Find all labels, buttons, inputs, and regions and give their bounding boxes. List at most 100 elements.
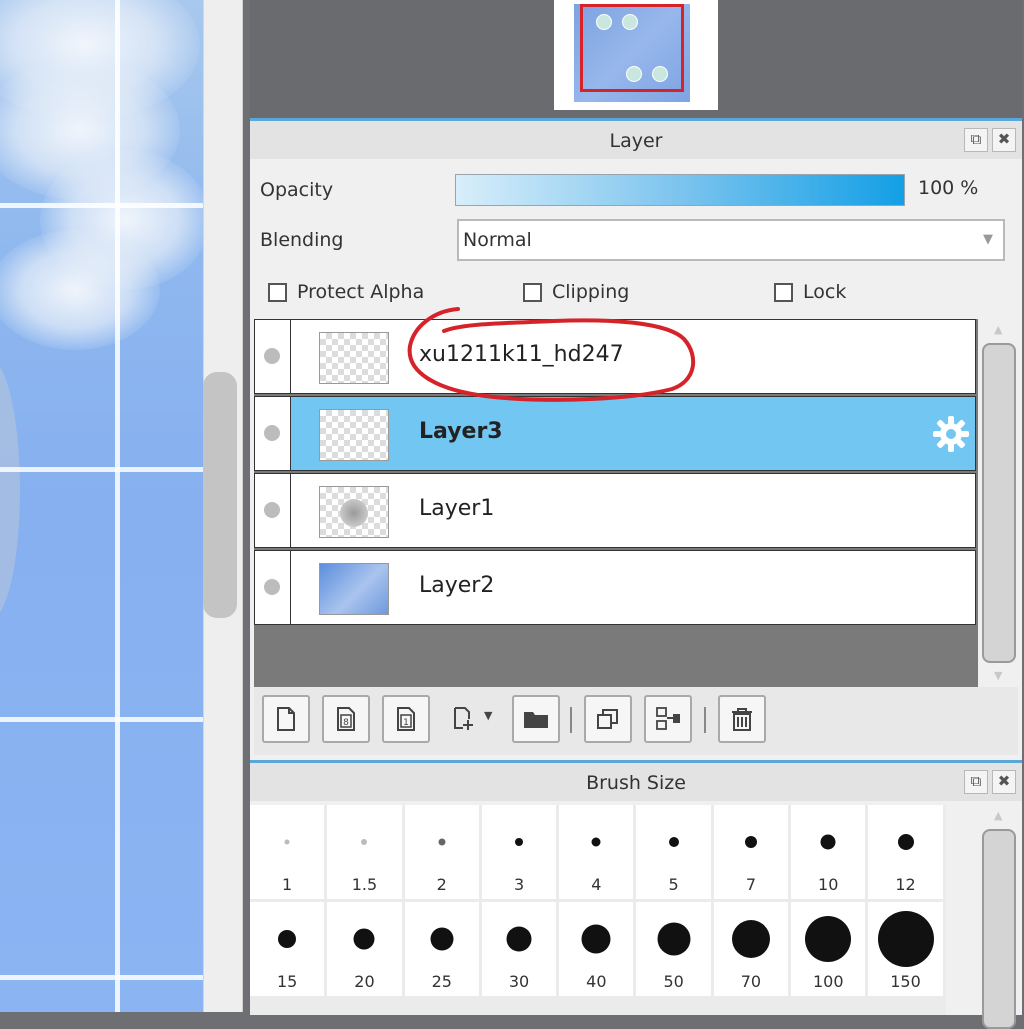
brush-size-option[interactable]: 3 xyxy=(481,805,560,902)
grid-line xyxy=(0,203,203,208)
brush-size-dot xyxy=(877,911,934,967)
brush-size-label: 1 xyxy=(282,875,293,894)
panel-title: Brush Size xyxy=(586,772,686,794)
brush-size-grid: 1 1.5 2 3 4 5 7 10 12 15 20 25 30 40 50 70 100 150 xyxy=(250,805,946,1015)
toolbar-separator xyxy=(570,707,572,733)
layer-thumbnail xyxy=(319,409,389,461)
brush-size-option[interactable]: 25 xyxy=(404,902,482,999)
brush-size-option[interactable]: 10 xyxy=(791,805,869,902)
brush-size-option[interactable]: 4 xyxy=(559,805,637,902)
layer-visibility-toggle[interactable] xyxy=(255,474,291,547)
brush-size-option[interactable]: 70 xyxy=(713,902,792,999)
lock-checkbox[interactable]: Lock xyxy=(774,281,846,303)
opacity-slider-fill xyxy=(456,175,904,205)
brush-size-label: 5 xyxy=(668,875,679,894)
brush-size-label: 30 xyxy=(508,972,530,991)
brush-size-option[interactable]: 1.5 xyxy=(327,805,405,902)
brush-size-dot xyxy=(668,837,679,847)
canvas-shape xyxy=(0,360,20,620)
merge-down-icon xyxy=(656,707,680,730)
brush-size-option[interactable]: 150 xyxy=(868,902,946,999)
brush-size-option[interactable]: 100 xyxy=(791,902,869,999)
brush-size-label: 25 xyxy=(431,972,452,991)
brush-size-label: 4 xyxy=(591,875,602,894)
brush-size-option[interactable]: 15 xyxy=(250,902,328,999)
new-1bit-layer-button[interactable]: 1 xyxy=(382,695,430,743)
checkbox-box[interactable] xyxy=(268,282,287,302)
layer-list: xu1211k11_hd247 Layer3 Layer1 Layer2 xyxy=(254,319,978,687)
chevron-down-icon: ▼ xyxy=(983,232,993,247)
layer-thumbnail xyxy=(319,563,389,615)
brush-size-dot xyxy=(591,837,601,847)
toolbar-separator xyxy=(704,707,706,733)
brush-size-option[interactable]: 30 xyxy=(481,902,560,999)
checkbox-box[interactable] xyxy=(774,282,793,302)
add-layer-menu-icon xyxy=(454,707,473,730)
clipping-checkbox[interactable]: Clipping xyxy=(523,281,629,303)
brush-size-dot xyxy=(361,839,368,845)
brush-size-option[interactable]: 5 xyxy=(636,805,714,902)
brush-size-dot xyxy=(820,834,836,850)
duplicate-layer-button[interactable] xyxy=(584,695,632,743)
new-folder-button[interactable] xyxy=(512,695,560,743)
checkbox-box[interactable] xyxy=(523,282,542,302)
brush-size-panel: Brush Size ⧉ ✖ 1 1.5 2 3 4 5 7 10 12 15 20 25 30 40 50… xyxy=(250,760,1022,1029)
brush-size-option[interactable]: 20 xyxy=(327,902,405,999)
new-8bit-layer-button[interactable]: 8 xyxy=(322,695,370,743)
merge-down-button[interactable] xyxy=(644,695,692,743)
brush-size-option[interactable]: 2 xyxy=(404,805,482,902)
brush-size-label: 20 xyxy=(354,972,375,991)
layer-row[interactable]: Layer1 xyxy=(254,473,976,548)
brush-list-scrollbar[interactable] xyxy=(982,829,1016,1029)
brush-size-dot xyxy=(278,930,297,948)
brush-size-option[interactable]: 40 xyxy=(559,902,637,999)
scroll-up-arrow[interactable]: ▲ xyxy=(994,323,1002,336)
layer-name: Layer2 xyxy=(419,573,495,598)
brush-size-option[interactable]: 7 xyxy=(713,805,792,902)
brush-size-label: 2 xyxy=(436,875,447,894)
layer-row[interactable]: xu1211k11_hd247 xyxy=(254,319,976,394)
blending-select[interactable]: Normal ▼ xyxy=(457,219,1005,261)
popout-icon[interactable]: ⧉ xyxy=(964,770,988,794)
canvas-scrollbar-thumb[interactable] xyxy=(203,372,237,618)
layer-visibility-toggle[interactable] xyxy=(255,397,291,470)
protect-alpha-checkbox[interactable]: Protect Alpha xyxy=(268,281,424,303)
brush-size-dot xyxy=(744,836,757,848)
add-layer-menu-button[interactable]: ▼ xyxy=(440,695,502,743)
brush-size-dot xyxy=(897,834,914,850)
brush-size-dot xyxy=(284,839,290,845)
blending-label: Blending xyxy=(260,229,344,251)
close-icon[interactable]: ✖ xyxy=(992,128,1016,152)
grid-line xyxy=(0,975,203,980)
layer-name: Layer3 xyxy=(419,419,503,444)
brush-size-label: 1.5 xyxy=(351,875,378,894)
delete-icon xyxy=(732,708,752,731)
gear-icon[interactable] xyxy=(931,414,971,454)
lock-label: Lock xyxy=(803,281,847,303)
layer-thumbnail xyxy=(319,332,389,384)
popout-icon[interactable]: ⧉ xyxy=(964,128,988,152)
brush-size-option[interactable]: 50 xyxy=(636,902,714,999)
panel-title: Layer xyxy=(609,130,663,152)
scroll-down-arrow[interactable]: ▼ xyxy=(994,669,1002,682)
navigator-viewport-frame[interactable] xyxy=(580,4,684,92)
brush-size-option[interactable]: 1 xyxy=(250,805,328,902)
new-layer-icon xyxy=(277,707,295,731)
brush-size-label: 40 xyxy=(586,972,607,991)
layer-visibility-toggle[interactable] xyxy=(255,320,291,393)
layer-row-selected[interactable]: Layer3 xyxy=(254,396,976,471)
brush-size-label: 10 xyxy=(818,875,839,894)
layer-list-scrollbar[interactable] xyxy=(982,343,1016,663)
brush-size-option[interactable]: 12 xyxy=(868,805,946,902)
new-layer-button[interactable] xyxy=(262,695,310,743)
drawing-canvas[interactable] xyxy=(0,0,203,1012)
delete-layer-button[interactable] xyxy=(718,695,766,743)
layer-row[interactable]: Layer2 xyxy=(254,550,976,625)
close-icon[interactable]: ✖ xyxy=(992,770,1016,794)
layer-visibility-toggle[interactable] xyxy=(255,551,291,624)
opacity-value: 100 % xyxy=(918,177,979,199)
svg-text:1: 1 xyxy=(403,718,409,728)
scroll-up-arrow[interactable]: ▲ xyxy=(994,809,1002,822)
brush-size-label: 70 xyxy=(740,972,762,991)
opacity-slider[interactable] xyxy=(455,174,905,206)
